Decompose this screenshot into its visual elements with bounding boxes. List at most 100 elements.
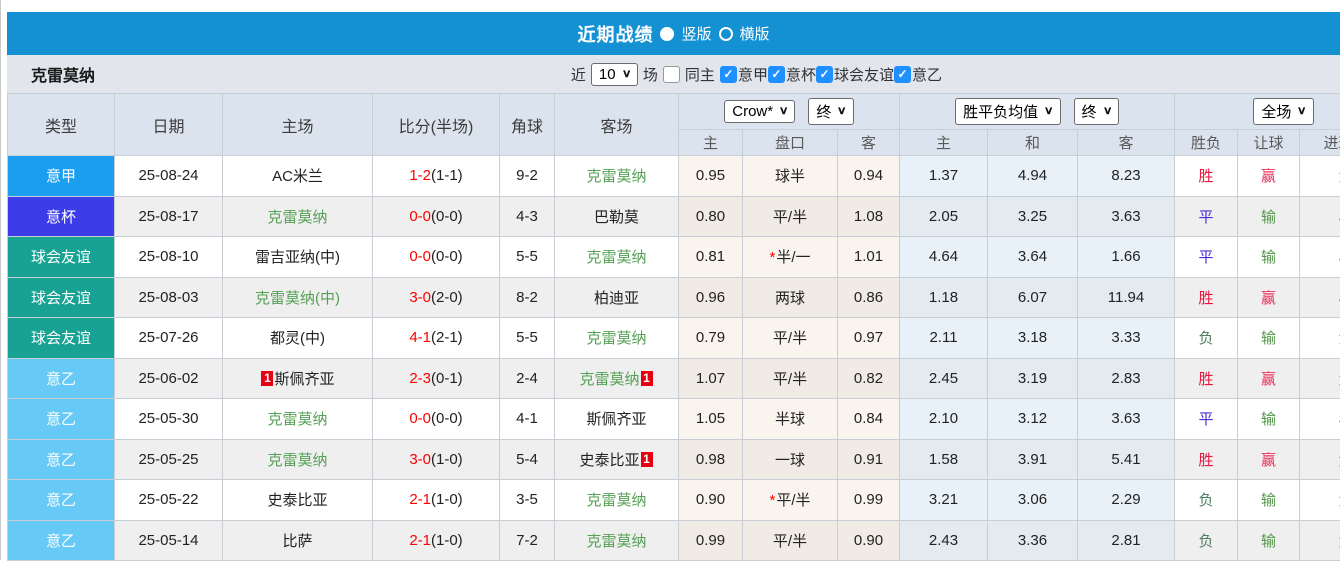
league-checkbox[interactable]: ✓: [720, 66, 737, 83]
chevron-down-icon: ∨: [1102, 105, 1112, 117]
avg-home-cell: 1.18: [900, 277, 988, 318]
handicap-result-cell: 赢: [1238, 439, 1300, 480]
table-row: 意乙25-06-021斯佩齐亚2-3(0-1)2-4克雷莫纳11.07平/半0.…: [8, 358, 1340, 399]
col-header-home: 主场: [223, 94, 373, 156]
chevron-down-icon: ∨: [621, 68, 631, 80]
away-team-cell: 史泰比亚1: [555, 439, 679, 480]
away-team-cell: 巴勒莫: [555, 196, 679, 237]
league-checkbox[interactable]: ✓: [768, 66, 785, 83]
sub-header-avg-away: 客: [1078, 130, 1175, 156]
fulltime-select-value: 全场: [1261, 101, 1291, 122]
home-team-cell: 都灵(中): [223, 318, 373, 359]
corners-cell: 4-3: [500, 196, 555, 237]
bookmaker-header-cell: Crow* ∨ 终 ∨: [679, 94, 900, 130]
league-checkbox[interactable]: ✓: [894, 66, 911, 83]
table-row: 意甲25-08-24AC米兰1-2(1-1)9-2克雷莫纳0.95球半0.941…: [8, 156, 1340, 197]
table-row: 球会友谊25-08-03克雷莫纳(中)3-0(2-0)8-2柏迪亚0.96两球0…: [8, 277, 1340, 318]
handicap-label: 球半: [775, 168, 805, 185]
match-date-cell: 25-05-25: [115, 439, 223, 480]
col-header-score: 比分(半场): [373, 94, 500, 156]
result-cell: 负: [1175, 520, 1238, 561]
home-team-cell: 克雷莫纳(中): [223, 277, 373, 318]
filter-controls: 近 10 ∨ 场 同主 ✓意甲✓意杯✓球会友谊✓意乙: [571, 63, 942, 86]
home-team-cell: 雷吉亚纳(中): [223, 237, 373, 278]
page-title: 近期战绩: [577, 21, 653, 47]
team-label: AC米兰: [272, 168, 323, 185]
team-label: 克雷莫纳: [586, 492, 646, 509]
team-label: 斯佩齐亚: [586, 411, 646, 428]
match-date-cell: 25-07-26: [115, 318, 223, 359]
league-type-cell: 意乙: [8, 439, 115, 480]
league-checkbox[interactable]: ✓: [816, 66, 833, 83]
handicap-cell: 两球: [743, 277, 838, 318]
handicap-cell: 平/半: [743, 520, 838, 561]
avg-home-cell: 1.37: [900, 156, 988, 197]
league-filter-label: 意杯: [786, 64, 816, 85]
team-label: 克雷莫纳: [267, 452, 327, 469]
team-label: 克雷莫纳: [267, 411, 327, 428]
average-select[interactable]: 胜平负均值 ∨: [955, 98, 1060, 125]
bookmaker-final-select[interactable]: 终 ∨: [808, 98, 853, 125]
average-final-value: 终: [1082, 101, 1097, 122]
match-count-select[interactable]: 10 ∨: [591, 63, 638, 86]
home-team-cell: 比萨: [223, 520, 373, 561]
league-type-cell: 球会友谊: [8, 277, 115, 318]
odds-home-cell: 1.07: [679, 358, 743, 399]
handicap-result-cell: 输: [1238, 318, 1300, 359]
team-name: 克雷莫纳: [31, 62, 95, 86]
handicap-cell: 一球: [743, 439, 838, 480]
score-fulltime: 3-0: [409, 289, 431, 306]
col-header-corners: 角球: [500, 94, 555, 156]
handicap-result-cell: 赢: [1238, 358, 1300, 399]
league-type-cell: 意乙: [8, 480, 115, 521]
league-filter: ✓意乙: [894, 64, 942, 85]
fulltime-select[interactable]: 全场 ∨: [1253, 98, 1313, 125]
avg-away-cell: 5.41: [1078, 439, 1175, 480]
avg-away-cell: 3.33: [1078, 318, 1175, 359]
match-date-cell: 25-05-14: [115, 520, 223, 561]
avg-away-cell: 2.83: [1078, 358, 1175, 399]
radio-horizontal-layout[interactable]: [719, 27, 733, 41]
match-date-cell: 25-05-30: [115, 399, 223, 440]
recent-results-header: 近期战绩 竖版 横版: [7, 12, 1340, 55]
score-fulltime: 3-0: [409, 451, 431, 468]
bookmaker-select-value: Crow*: [732, 103, 773, 120]
results-table-wrap: 类型 日期 主场 比分(半场) 角球 客场 Crow* ∨ 终: [7, 93, 1340, 561]
home-team-cell: 克雷莫纳: [223, 439, 373, 480]
sub-header-avg-draw: 和: [988, 130, 1078, 156]
score-halftime: (0-0): [431, 248, 463, 265]
away-team-cell: 克雷莫纳: [555, 520, 679, 561]
results-table: 类型 日期 主场 比分(半场) 角球 客场 Crow* ∨ 终: [7, 93, 1340, 561]
corners-cell: 5-5: [500, 318, 555, 359]
radio-vertical-layout[interactable]: [660, 27, 674, 41]
score-cell: 4-1(2-1): [373, 318, 500, 359]
corners-cell: 5-4: [500, 439, 555, 480]
sub-header-handicap-result: 让球: [1238, 130, 1300, 156]
match-date-cell: 25-06-02: [115, 358, 223, 399]
same-home-away-checkbox[interactable]: [663, 66, 680, 83]
match-date-cell: 25-08-17: [115, 196, 223, 237]
score-cell: 0-0(0-0): [373, 237, 500, 278]
avg-home-cell: 2.05: [900, 196, 988, 237]
col-header-away: 客场: [555, 94, 679, 156]
team-label: 克雷莫纳: [267, 209, 327, 226]
goals-result-cell: 大: [1300, 318, 1340, 359]
handicap-label: 平/半: [773, 209, 807, 226]
handicap-label: 平/半: [776, 492, 810, 509]
corners-cell: 7-2: [500, 520, 555, 561]
filter-bar: 克雷莫纳 近 10 ∨ 场 同主 ✓意甲✓意杯✓球会友谊✓意乙: [7, 55, 1340, 93]
score-fulltime: 4-1: [409, 329, 431, 346]
col-header-type: 类型: [8, 94, 115, 156]
avg-away-cell: 2.29: [1078, 480, 1175, 521]
table-row: 意乙25-05-22史泰比亚2-1(1-0)3-5克雷莫纳0.90*平/半0.9…: [8, 480, 1340, 521]
average-final-select[interactable]: 终 ∨: [1074, 98, 1119, 125]
odds-home-cell: 0.95: [679, 156, 743, 197]
score-halftime: (2-1): [431, 329, 463, 346]
handicap-cell: 半球: [743, 399, 838, 440]
team-label: 克雷莫纳: [586, 168, 646, 185]
avg-home-cell: 4.64: [900, 237, 988, 278]
score-cell: 1-2(1-1): [373, 156, 500, 197]
team-label: 史泰比亚: [267, 492, 327, 509]
bookmaker-select[interactable]: Crow* ∨: [724, 100, 795, 123]
score-cell: 0-0(0-0): [373, 399, 500, 440]
